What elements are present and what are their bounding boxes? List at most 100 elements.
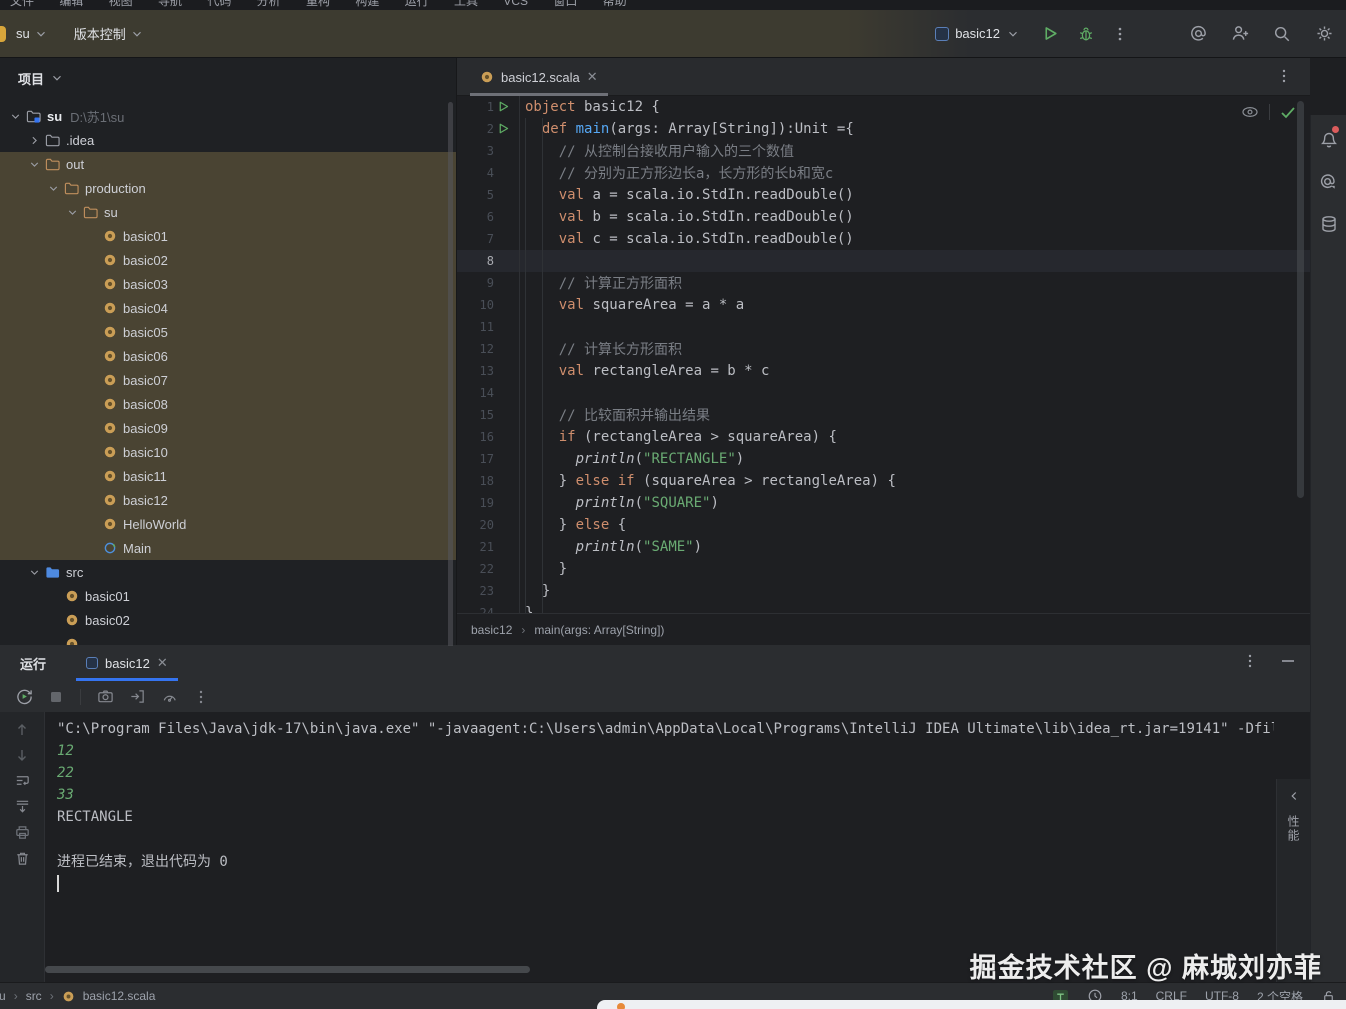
tab-options-button[interactable] (1276, 68, 1292, 84)
code-line-21[interactable]: 21 println("SAME") (457, 536, 1310, 558)
tree-item-HelloWorld[interactable]: HelloWorld (0, 512, 456, 536)
tree-item-basic01[interactable]: basic01 (0, 224, 456, 248)
code-line-23[interactable]: 23 } (457, 580, 1310, 602)
soft-wrap-icon[interactable] (14, 772, 31, 789)
tree-item-basic04[interactable]: basic04 (0, 296, 456, 320)
code-line-14[interactable]: 14 (457, 382, 1310, 404)
console-import-button[interactable] (127, 687, 147, 707)
chevron-down-icon[interactable] (6, 108, 24, 124)
code-line-20[interactable]: 20 } else { (457, 514, 1310, 536)
more-console-options-button[interactable] (191, 687, 211, 707)
status-breadcrumb-file[interactable]: basic12.scala (83, 989, 156, 1003)
tree-item-src[interactable]: src (0, 560, 456, 584)
tree-item-production[interactable]: production (0, 176, 456, 200)
more-run-actions-button[interactable] (1110, 24, 1130, 44)
status-breadcrumb[interactable]: su › src › basic12.scala (0, 989, 155, 1003)
vcs-widget[interactable]: 版本控制 (74, 24, 144, 43)
code-line-10[interactable]: 10 val squareArea = a * a (457, 294, 1310, 316)
code-editor[interactable]: 1 object basic12 {2 def main(args: Array[… (457, 96, 1310, 613)
print-icon[interactable] (14, 824, 31, 841)
code-line-5[interactable]: 5 val a = scala.io.StdIn.readDouble() (457, 184, 1310, 206)
run-tab-basic12[interactable]: basic12 ✕ (76, 645, 178, 681)
editor-scrollbar[interactable] (1297, 101, 1304, 498)
search-everywhere-button[interactable] (1272, 24, 1292, 44)
database-tool-button[interactable] (1311, 207, 1346, 241)
rerun-button[interactable] (14, 687, 34, 707)
breadcrumb-method[interactable]: main(args: Array[String]) (534, 623, 664, 637)
chevron-down-icon[interactable] (25, 156, 43, 172)
code-line-9[interactable]: 9 // 计算正方形面积 (457, 272, 1310, 294)
profiler-button[interactable] (159, 687, 179, 707)
tree-item-basic05[interactable]: basic05 (0, 320, 456, 344)
chevron-down-icon[interactable] (63, 204, 81, 220)
tree-item-basic12[interactable]: basic12 (0, 488, 456, 512)
editor-tab-basic12[interactable]: basic12.scala ✕ (470, 58, 608, 96)
code-line-16[interactable]: 16 if (rectangleArea > squareArea) { (457, 426, 1310, 448)
run-gutter-icon[interactable] (497, 122, 512, 137)
code-line-3[interactable]: 3 // 从控制台接收用户输入的三个数值 (457, 140, 1310, 162)
tree-item-partial[interactable] (0, 632, 456, 646)
tree-item-su[interactable]: su (0, 200, 456, 224)
breadcrumb-object[interactable]: basic12 (471, 623, 512, 637)
scroll-to-end-icon[interactable] (14, 798, 31, 815)
status-breadcrumb-root[interactable]: su (0, 989, 6, 1003)
code-with-me-button[interactable] (1230, 24, 1250, 44)
code-line-2[interactable]: 2 def main(args: Array[String]):Unit ={ (457, 118, 1310, 140)
tree-item-basic02[interactable]: basic02 (0, 248, 456, 272)
thread-dump-button[interactable] (95, 687, 115, 707)
chevron-left-icon[interactable] (1287, 789, 1301, 803)
tree-item-basic08[interactable]: basic08 (0, 392, 456, 416)
tree-item-basic02[interactable]: basic02 (0, 608, 456, 632)
run-button[interactable] (1040, 24, 1060, 44)
project-avatar-icon[interactable] (0, 25, 6, 42)
tree-item-out[interactable]: out (0, 152, 456, 176)
close-icon[interactable]: ✕ (587, 69, 598, 85)
chevron-down-icon[interactable] (44, 180, 62, 196)
code-line-6[interactable]: 6 val b = scala.io.StdIn.readDouble() (457, 206, 1310, 228)
project-widget[interactable]: su (16, 26, 48, 41)
code-line-4[interactable]: 4 // 分别为正方形边长a，长方形的长b和宽c (457, 162, 1310, 184)
tree-item-basic06[interactable]: basic06 (0, 344, 456, 368)
code-line-7[interactable]: 7 val c = scala.io.StdIn.readDouble() (457, 228, 1310, 250)
kebab-icon[interactable] (1242, 653, 1258, 669)
eye-icon[interactable] (1241, 105, 1259, 119)
code-line-12[interactable]: 12 // 计算长方形面积 (457, 338, 1310, 360)
code-line-15[interactable]: 15 // 比较面积并输出结果 (457, 404, 1310, 426)
chevron-right-icon[interactable] (25, 132, 43, 148)
debug-button[interactable] (1076, 24, 1096, 44)
code-line-13[interactable]: 13 val rectangleArea = b * c (457, 360, 1310, 382)
ai-assistant-tool-button[interactable] (1311, 165, 1346, 199)
ai-assistant-button[interactable] (1188, 24, 1208, 44)
inspections-widget[interactable] (1241, 104, 1296, 120)
check-icon[interactable] (1280, 105, 1296, 119)
notifications-button[interactable] (1311, 123, 1346, 157)
tree-item-basic07[interactable]: basic07 (0, 368, 456, 392)
code-line-18[interactable]: 18 } else if (squareArea > rectangleArea… (457, 470, 1310, 492)
tree-item-Main[interactable]: Main (0, 536, 456, 560)
chevron-down-icon[interactable] (25, 564, 43, 580)
tree-item-basic09[interactable]: basic09 (0, 416, 456, 440)
tree-item-.idea[interactable]: .idea (0, 128, 456, 152)
tree-item-basic11[interactable]: basic11 (0, 464, 456, 488)
menu-bar[interactable]: 文件 编辑 视图 导航 代码 分析 重构 构建 运行 工具 VCS 窗口 帮助 (0, 0, 1346, 10)
tree-scrollbar[interactable] (448, 102, 453, 646)
code-line-17[interactable]: 17 println("RECTANGLE") (457, 448, 1310, 470)
settings-button[interactable] (1314, 24, 1334, 44)
code-line-1[interactable]: 1 object basic12 { (457, 96, 1310, 118)
close-icon[interactable]: ✕ (157, 655, 168, 671)
tree-item-basic01[interactable]: basic01 (0, 584, 456, 608)
clear-trash-icon[interactable] (14, 850, 31, 867)
console-horizontal-scrollbar[interactable] (45, 966, 530, 973)
tree-item-basic10[interactable]: basic10 (0, 440, 456, 464)
code-line-24[interactable]: 24} (457, 602, 1310, 613)
project-panel-header[interactable]: 项目 (0, 58, 456, 98)
console-output[interactable]: "C:\Program Files\Java\jdk-17\bin\java.e… (45, 712, 1274, 982)
code-line-11[interactable]: 11 (457, 316, 1310, 338)
minimize-icon[interactable] (1280, 653, 1296, 669)
code-line-19[interactable]: 19 println("SQUARE") (457, 492, 1310, 514)
scroll-down-icon[interactable] (14, 747, 30, 763)
status-breadcrumb-src[interactable]: src (26, 989, 42, 1003)
tree-item-basic03[interactable]: basic03 (0, 272, 456, 296)
run-configuration-selector[interactable]: basic12 (935, 26, 1020, 41)
stop-button[interactable] (46, 687, 66, 707)
